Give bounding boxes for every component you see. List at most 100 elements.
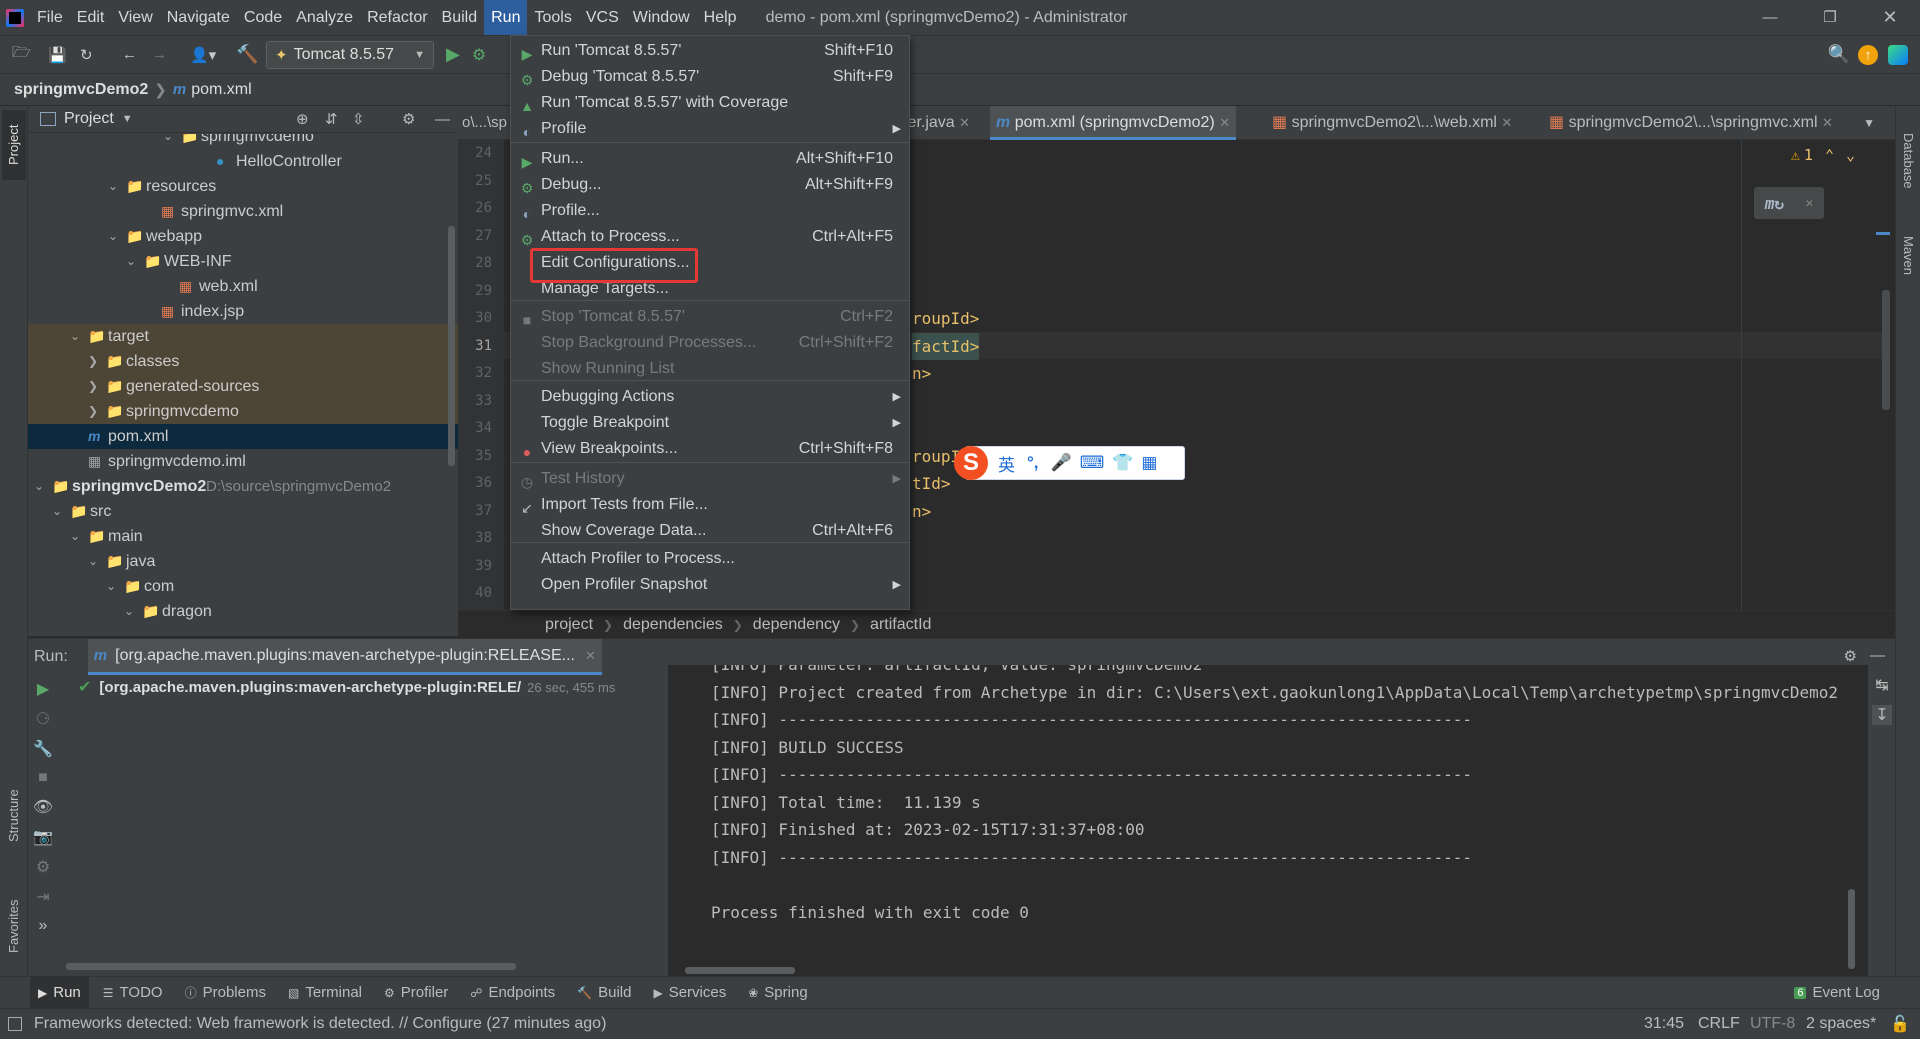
user-icon[interactable]: 👤▾ bbox=[190, 46, 224, 64]
stop-icon[interactable]: ■ bbox=[38, 769, 48, 787]
tree-scrollbar[interactable] bbox=[448, 226, 455, 466]
tree-item[interactable]: ⌄ 📁 resources bbox=[28, 174, 458, 199]
debug-icon[interactable]: ⚙ bbox=[472, 45, 486, 65]
breadcrumb-item[interactable]: project bbox=[545, 616, 593, 634]
tree-item[interactable]: ⌄ 📁 src bbox=[28, 499, 458, 524]
menu-item-profile[interactable]: ◐ Profile... bbox=[511, 198, 909, 224]
close-tab-icon[interactable]: ✕ bbox=[959, 115, 970, 130]
locate-icon[interactable]: ⊕ bbox=[296, 110, 309, 128]
tree-item[interactable]: ▦ springmvc.xml bbox=[28, 199, 458, 224]
menu-code[interactable]: Code bbox=[237, 0, 289, 35]
toolbox-icon[interactable] bbox=[1888, 44, 1908, 65]
update-icon[interactable]: ↑ bbox=[1858, 44, 1878, 65]
tree-item[interactable]: ▦ springmvcdemo.iml bbox=[28, 449, 458, 474]
menu-item-attach-profiler-to-process[interactable]: Attach Profiler to Process... bbox=[511, 546, 909, 572]
close-tab-icon[interactable]: ✕ bbox=[1822, 115, 1833, 130]
gear-icon[interactable]: ⚙ bbox=[1844, 647, 1857, 665]
ime-lang[interactable]: 英 bbox=[998, 451, 1015, 476]
exit-icon[interactable]: ⇥ bbox=[36, 887, 49, 907]
chevron-down-icon[interactable]: ▼ bbox=[122, 113, 133, 125]
run-icon[interactable]: ▶ bbox=[446, 44, 460, 65]
menu-item-show-coverage-data[interactable]: Show Coverage Data... Ctrl+Alt+F6 bbox=[511, 518, 909, 544]
run-tree-scrollbar[interactable] bbox=[66, 963, 516, 970]
skin-icon[interactable]: 👕 bbox=[1112, 453, 1133, 473]
chevron-right-icon[interactable]: ❯ bbox=[88, 374, 98, 399]
project-view-select[interactable]: Project bbox=[64, 110, 114, 128]
console-output[interactable]: [INFO] Parameter: artifactId, Value: spr… bbox=[668, 665, 1868, 977]
more-icon[interactable]: » bbox=[39, 917, 48, 935]
bug-icon[interactable]: ⚙ bbox=[36, 857, 50, 877]
project-tool-button[interactable]: Project bbox=[2, 110, 26, 180]
menu-item-import-tests-from-file[interactable]: ↙ Import Tests from File... bbox=[511, 492, 909, 518]
tool-tab-problems[interactable]: ⓘ Problems bbox=[177, 977, 274, 1009]
menu-analyze[interactable]: Analyze bbox=[289, 0, 360, 35]
tree-item[interactable]: ⌄ 📁 WEB-INF bbox=[28, 249, 458, 274]
tool-tab-run[interactable]: ▶ Run bbox=[30, 976, 89, 1009]
back-icon[interactable]: ← bbox=[122, 46, 142, 63]
tree-item[interactable]: ⌄ 📁 dragon bbox=[28, 599, 458, 624]
menu-item-run[interactable]: ▶ Run... Alt+Shift+F10 bbox=[511, 146, 909, 172]
tree-item[interactable]: ● HelloController bbox=[28, 149, 458, 174]
menu-edit[interactable]: Edit bbox=[70, 0, 112, 35]
menu-item-run-tomcat-8-5-57[interactable]: ▶ Run 'Tomcat 8.5.57' Shift+F10 bbox=[511, 38, 909, 64]
close-tab-icon[interactable]: ✕ bbox=[1501, 115, 1512, 130]
menu-view[interactable]: View bbox=[111, 0, 159, 35]
chevron-down-icon[interactable]: ⌄ bbox=[108, 224, 118, 249]
close-tab-icon[interactable]: ✕ bbox=[1219, 115, 1230, 130]
rerun-icon[interactable]: ▶ bbox=[37, 679, 49, 699]
event-log-button[interactable]: 6 Event Log bbox=[1794, 977, 1880, 1009]
nav-project[interactable]: springmvcDemo2 bbox=[14, 81, 148, 99]
menu-help[interactable]: Help bbox=[697, 0, 744, 35]
tree-item[interactable]: ▦ web.xml bbox=[28, 274, 458, 299]
eye-icon[interactable]: 👁 bbox=[33, 797, 53, 817]
menu-window[interactable]: Window bbox=[626, 0, 697, 35]
camera-icon[interactable]: 📷 bbox=[33, 827, 53, 847]
open-folder-icon[interactable]: 🗁 bbox=[12, 42, 34, 67]
menu-refactor[interactable]: Refactor bbox=[360, 0, 434, 35]
tree-item[interactable]: ❯ 📁 generated-sources bbox=[28, 374, 458, 399]
build-hammer-icon[interactable]: 🔨 bbox=[236, 44, 258, 65]
minimize-button[interactable]: — bbox=[1740, 0, 1800, 35]
editor-scrollbar[interactable] bbox=[1882, 290, 1890, 410]
tab-web-xml[interactable]: ▦ springmvcDemo2\...\web.xml ✕ bbox=[1266, 106, 1518, 140]
menu-item-run-tomcat-8-5-57-with-coverage[interactable]: ▲ Run 'Tomcat 8.5.57' with Coverage bbox=[511, 90, 909, 116]
cursor-position[interactable]: 31:45 bbox=[1644, 1015, 1684, 1033]
menu-item-toggle-breakpoint[interactable]: Toggle Breakpoint ▶ bbox=[511, 410, 909, 436]
tree-item[interactable]: ❯ 📁 classes bbox=[28, 349, 458, 374]
indent-setting[interactable]: 2 spaces* bbox=[1806, 1015, 1876, 1033]
toggle-icon[interactable]: ⚆ bbox=[36, 709, 50, 729]
breadcrumb-item[interactable]: dependencies bbox=[623, 616, 723, 634]
close-button[interactable]: ✕ bbox=[1860, 0, 1920, 35]
menu-vcs[interactable]: VCS bbox=[579, 0, 626, 35]
lock-icon[interactable]: 🔓 bbox=[1890, 1014, 1910, 1034]
chevron-down-icon[interactable]: ⌄ bbox=[108, 174, 118, 199]
keyboard-icon[interactable]: ⌨ bbox=[1080, 453, 1105, 473]
tool-tab-services[interactable]: ▶ Services bbox=[645, 977, 734, 1009]
line-separator[interactable]: CRLF bbox=[1698, 1015, 1740, 1033]
restore-button[interactable]: ❐ bbox=[1800, 0, 1860, 35]
close-tab-icon[interactable]: ✕ bbox=[585, 648, 596, 664]
chevron-down-icon[interactable]: ⌄ bbox=[52, 499, 62, 524]
favorites-tool-button[interactable]: Favorites bbox=[2, 881, 26, 971]
maven-tool-button[interactable]: Maven bbox=[1896, 221, 1920, 291]
tool-tab-todo[interactable]: ☰ TODO bbox=[95, 977, 171, 1009]
collapse-all-icon[interactable]: ⇳ bbox=[352, 110, 365, 128]
tree-item[interactable]: m pom.xml bbox=[28, 424, 458, 449]
gear-icon[interactable]: ⚙ bbox=[402, 110, 415, 128]
menu-run[interactable]: Run bbox=[484, 0, 528, 35]
tree-item[interactable]: ❯ 📁 springmvcdemo bbox=[28, 399, 458, 424]
chevron-down-icon[interactable]: ⌄ bbox=[1846, 146, 1855, 164]
menu-item-open-profiler-snapshot[interactable]: Open Profiler Snapshot ▶ bbox=[511, 572, 909, 598]
menu-build[interactable]: Build bbox=[435, 0, 485, 35]
menu-item-debug[interactable]: ⚙ Debug... Alt+Shift+F9 bbox=[511, 172, 909, 198]
sogou-logo-icon[interactable]: S bbox=[954, 446, 988, 480]
console-scrollbar[interactable] bbox=[1848, 889, 1855, 969]
tree-item[interactable]: ⌄ 📁 target bbox=[28, 324, 458, 349]
tree-item[interactable]: ⌄ 📁 main bbox=[28, 524, 458, 549]
menu-item-debugging-actions[interactable]: Debugging Actions ▶ bbox=[511, 384, 909, 410]
menu-item-attach-to-process[interactable]: ⚙ Attach to Process... Ctrl+Alt+F5 bbox=[511, 224, 909, 250]
menu-item-view-breakpoints[interactable]: ● View Breakpoints... Ctrl+Shift+F8 bbox=[511, 436, 909, 462]
chevron-right-icon[interactable]: ❯ bbox=[88, 399, 98, 424]
tool-tab-profiler[interactable]: ⚙ Profiler bbox=[376, 977, 456, 1009]
soft-wrap-icon[interactable]: ↹ bbox=[1875, 675, 1888, 695]
